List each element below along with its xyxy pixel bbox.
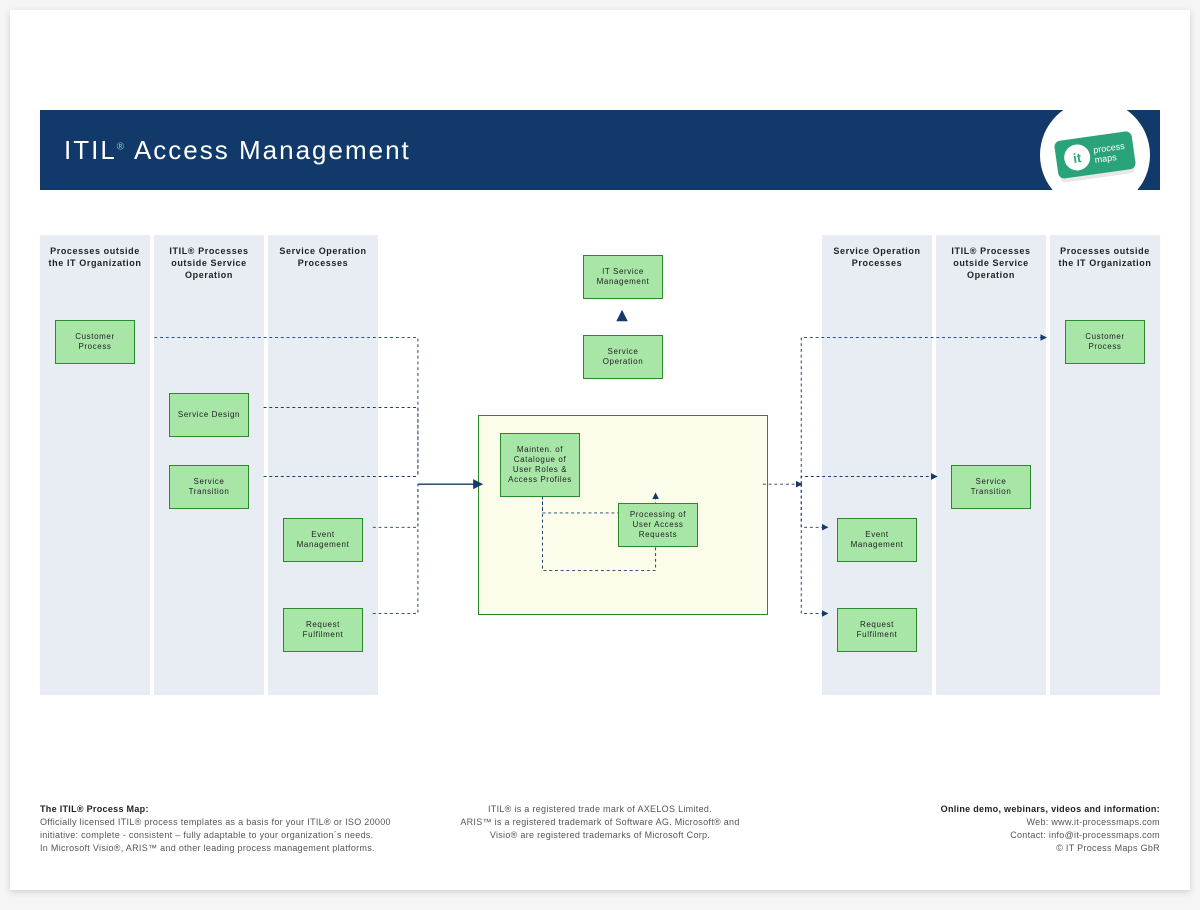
title-brand: ITIL — [64, 135, 117, 165]
footer-left-line2: initiative: complete - consistent – full… — [40, 830, 373, 840]
footer-center: ITIL® is a registered trade mark of AXEL… — [413, 803, 786, 855]
footer-left-line3: In Microsoft Visio®, ARIS™ and other lea… — [40, 843, 375, 853]
logo-text: process maps — [1093, 141, 1127, 165]
box-request-fulfilment-left: Request Fulfilment — [283, 608, 363, 652]
title-text: Access Management — [134, 135, 411, 165]
page: ITIL® Access Management it process maps … — [10, 10, 1190, 890]
box-event-management-left: Event Management — [283, 518, 363, 562]
footer-right-line1: Web: www.it-processmaps.com — [1027, 817, 1160, 827]
box-event-management-right: Event Management — [837, 518, 917, 562]
column-header: Processes outside the IT Organization — [1050, 235, 1160, 283]
logo-circle: it process maps — [1040, 100, 1150, 210]
footer-center-line1: ITIL® is a registered trade mark of AXEL… — [488, 804, 712, 814]
box-it-service-management: IT Service Management — [583, 255, 663, 299]
box-maintenance-catalogue: Mainten. of Catalogue of User Roles & Ac… — [500, 433, 580, 497]
box-service-operation: Service Operation — [583, 335, 663, 379]
box-customer-process-left: Customer Process — [55, 320, 135, 364]
diagram-canvas: Processes outside the IT Organization IT… — [40, 235, 1160, 695]
column-header: Service Operation Processes — [268, 235, 378, 283]
title-banner: ITIL® Access Management — [40, 110, 1160, 190]
column-header: ITIL® Processes outside Service Operatio… — [154, 235, 264, 295]
box-customer-process-right: Customer Process — [1065, 320, 1145, 364]
logo-badge: it process maps — [1054, 131, 1136, 179]
footer-right-title: Online demo, webinars, videos and inform… — [941, 804, 1160, 814]
footer-center-line3: Visio® are registered trademarks of Micr… — [490, 830, 710, 840]
column-left-1: Processes outside the IT Organization — [40, 235, 150, 695]
page-title: ITIL® Access Management — [64, 135, 411, 166]
footer-left-title: The ITIL® Process Map: — [40, 804, 149, 814]
logo-it-icon: it — [1063, 143, 1092, 172]
footer-left-line1: Officially licensed ITIL® process templa… — [40, 817, 391, 827]
column-right-1: Processes outside the IT Organization — [1050, 235, 1160, 695]
box-service-design: Service Design — [169, 393, 249, 437]
column-header: Processes outside the IT Organization — [40, 235, 150, 283]
box-service-transition-left: Service Transition — [169, 465, 249, 509]
footer-right-line2: Contact: info@it-processmaps.com — [1010, 830, 1160, 840]
column-header: Service Operation Processes — [822, 235, 932, 283]
box-processing-user-access-requests: Processing of User Access Requests — [618, 503, 698, 547]
footer-right-line3: © IT Process Maps GbR — [1056, 843, 1160, 853]
footer-right: Online demo, webinars, videos and inform… — [787, 803, 1160, 855]
footer: The ITIL® Process Map: Officially licens… — [40, 803, 1160, 855]
column-header: ITIL® Processes outside Service Operatio… — [936, 235, 1046, 295]
title-superscript: ® — [117, 141, 126, 152]
footer-center-line2: ARIS™ is a registered trademark of Softw… — [460, 817, 739, 827]
box-service-transition-right: Service Transition — [951, 465, 1031, 509]
box-request-fulfilment-right: Request Fulfilment — [837, 608, 917, 652]
footer-left: The ITIL® Process Map: Officially licens… — [40, 803, 413, 855]
